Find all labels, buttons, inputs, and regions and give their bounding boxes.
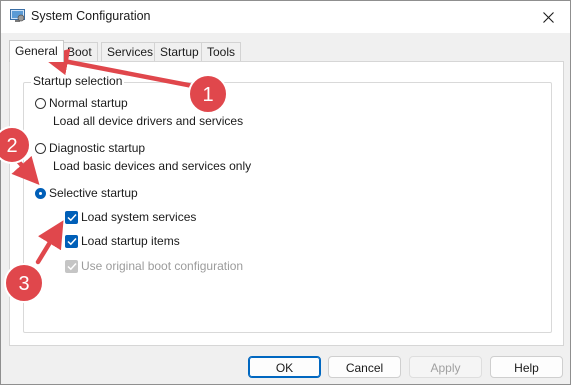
normal-startup-description: Load all device drivers and services (53, 114, 244, 128)
system-configuration-window: System Configuration General Boot Servic… (0, 0, 571, 385)
cancel-button[interactable]: Cancel (328, 356, 401, 378)
load-system-services-label: Load system services (81, 210, 197, 224)
close-button[interactable] (526, 1, 570, 33)
tab-services[interactable]: Services (101, 42, 160, 61)
help-button[interactable]: Help (490, 356, 563, 378)
use-original-boot-config-label: Use original boot configuration (81, 259, 244, 273)
startup-selection-label: Startup selection (31, 74, 125, 88)
selective-startup-option[interactable]: Selective startup (35, 186, 138, 200)
normal-startup-option[interactable]: Normal startup (35, 96, 128, 110)
checkmark-icon (66, 213, 77, 221)
normal-startup-label: Normal startup (49, 96, 128, 110)
diagnostic-startup-description: Load basic devices and services only (53, 159, 252, 173)
selective-startup-radio[interactable] (35, 187, 46, 199)
diagnostic-startup-option[interactable]: Diagnostic startup (35, 141, 145, 155)
selective-startup-label: Selective startup (49, 186, 138, 200)
close-icon (542, 11, 554, 23)
tab-boot[interactable]: Boot (61, 42, 98, 61)
window-title: System Configuration (31, 9, 151, 23)
use-original-boot-config-checkbox (65, 259, 78, 273)
normal-startup-radio[interactable] (35, 97, 46, 109)
title-bar: System Configuration (1, 1, 570, 33)
load-startup-items-label: Load startup items (81, 234, 180, 248)
checkmark-icon (66, 237, 77, 245)
apply-button[interactable]: Apply (409, 356, 482, 378)
tab-startup[interactable]: Startup (154, 42, 205, 61)
load-system-services-checkbox[interactable] (65, 210, 78, 224)
load-startup-items-option[interactable]: Load startup items (65, 234, 180, 248)
general-tab-panel: Startup selection Normal startup Load al… (9, 61, 564, 346)
msconfig-app-icon (10, 9, 25, 22)
load-system-services-option[interactable]: Load system services (65, 210, 196, 224)
checkmark-icon (66, 262, 77, 270)
use-original-boot-config-option: Use original boot configuration (65, 259, 243, 273)
ok-button[interactable]: OK (248, 356, 321, 378)
tab-general[interactable]: General (9, 40, 64, 62)
load-startup-items-checkbox[interactable] (65, 234, 78, 248)
diagnostic-startup-radio[interactable] (35, 142, 46, 154)
tab-tools[interactable]: Tools (201, 42, 242, 61)
diagnostic-startup-label: Diagnostic startup (49, 141, 146, 155)
